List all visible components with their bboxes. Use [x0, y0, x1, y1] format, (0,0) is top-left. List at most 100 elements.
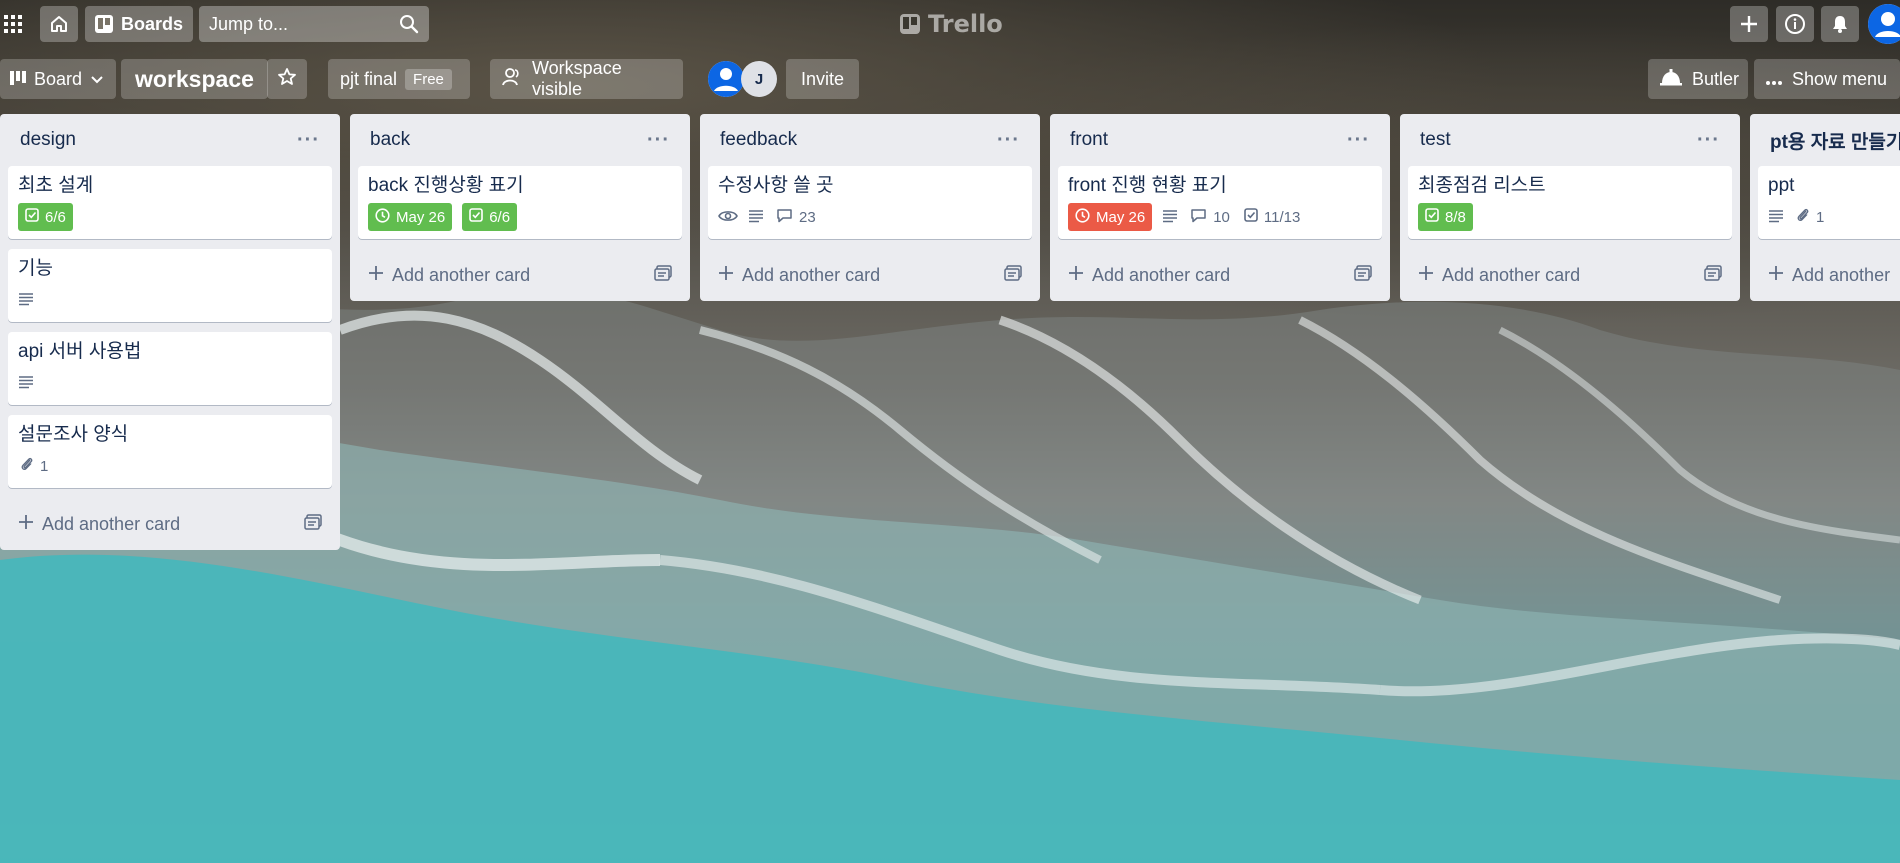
card-title: 설문조사 양식	[18, 424, 129, 445]
card[interactable]: 수정사항 쓸 곳 23	[708, 166, 1032, 239]
card-template-icon[interactable]	[1004, 264, 1022, 286]
boards-button[interactable]: Boards	[85, 6, 193, 42]
list-feedback: feedback ··· 수정사항 쓸 곳 23 Add another car…	[700, 114, 1040, 301]
add-card-button[interactable]: Add another card	[708, 249, 1032, 301]
board-name[interactable]: workspace	[121, 59, 268, 99]
star-icon	[277, 67, 297, 92]
card-title: api 서버 사용법	[18, 341, 142, 362]
list-title[interactable]: feedback	[720, 129, 797, 151]
plus-icon	[18, 514, 34, 535]
workspace-name: pjt final	[340, 68, 398, 89]
card[interactable]: back 진행상황 표기 May 26 6/6	[358, 166, 682, 239]
list-menu-icon[interactable]: ···	[297, 129, 320, 152]
checklist-badge: 6/6	[18, 203, 73, 231]
list-menu-icon[interactable]: ···	[647, 129, 670, 152]
star-button[interactable]	[267, 59, 307, 99]
card[interactable]: 설문조사 양식 1	[8, 415, 332, 488]
add-card-button[interactable]: Add another card	[8, 498, 332, 550]
visibility-button[interactable]: Workspace visible	[490, 58, 683, 99]
card-template-icon[interactable]	[1354, 264, 1372, 286]
checklist-badge: 6/6	[462, 203, 518, 231]
attachment-count: 1	[40, 457, 49, 475]
add-card-label: Add another card	[392, 264, 531, 285]
due-date-badge: May 26	[368, 203, 453, 231]
add-card-label: Add another card	[742, 264, 881, 285]
logo-text: Trello	[928, 10, 1003, 38]
paperclip-icon	[20, 456, 34, 476]
board-view-label: Board	[34, 68, 83, 89]
board-view-switcher[interactable]: Board	[0, 59, 116, 99]
list-header[interactable]: back ···	[358, 114, 682, 166]
comment-icon	[776, 208, 793, 227]
attachment-badge: 1	[1794, 203, 1826, 231]
list-header[interactable]: test ···	[1408, 114, 1732, 166]
list-header[interactable]: pt용 자료 만들기	[1758, 114, 1900, 166]
account-avatar[interactable]	[1868, 4, 1900, 44]
list-title[interactable]: back	[370, 129, 410, 151]
bell-icon	[1830, 14, 1850, 34]
add-card-button[interactable]: Add another card	[1058, 249, 1382, 301]
plus-icon	[1768, 265, 1784, 286]
list-header[interactable]: feedback ···	[708, 114, 1032, 166]
description-icon	[18, 374, 34, 393]
trello-logo[interactable]: Trello	[900, 9, 1003, 39]
list-menu-icon[interactable]: ···	[997, 129, 1020, 152]
apps-grid-icon[interactable]	[0, 6, 26, 42]
list-title[interactable]: front	[1070, 129, 1108, 151]
checkbox-icon	[469, 208, 484, 226]
card[interactable]: 최종점검 리스트 8/8	[1408, 166, 1732, 239]
description-icon	[748, 208, 764, 227]
board-header: Board workspace pjt final Free Workspace…	[0, 56, 1900, 102]
card-title: 최종점검 리스트	[1418, 175, 1546, 196]
card-title: 수정사항 쓸 곳	[718, 175, 834, 196]
search-input[interactable]: Jump to...	[199, 6, 429, 42]
card-title: back 진행상황 표기	[368, 175, 524, 196]
member-avatar-j[interactable]: J	[741, 61, 777, 97]
card-template-icon[interactable]	[654, 264, 672, 286]
people-icon	[502, 67, 522, 91]
card[interactable]: ppt 1	[1758, 166, 1900, 239]
card-title: 기능	[18, 258, 53, 279]
show-menu-label: Show menu	[1792, 68, 1888, 89]
list-title[interactable]: design	[20, 129, 76, 151]
list-title[interactable]: test	[1420, 129, 1451, 151]
add-card-button[interactable]: Add another	[1758, 249, 1900, 301]
description-icon	[1768, 208, 1784, 227]
info-icon	[1784, 13, 1806, 35]
list-pt-materials: pt용 자료 만들기 ppt 1 Add another	[1750, 114, 1900, 301]
board-view-icon	[10, 69, 26, 90]
plus-icon	[1418, 265, 1434, 286]
list-header[interactable]: design ···	[8, 114, 332, 166]
card[interactable]: 최초 설계 6/6	[8, 166, 332, 239]
plus-icon	[718, 265, 734, 286]
card[interactable]: 기능	[8, 249, 332, 322]
card-template-icon[interactable]	[1704, 264, 1722, 286]
list-title[interactable]: pt용 자료 만들기	[1770, 127, 1900, 154]
list-header[interactable]: front ···	[1058, 114, 1382, 166]
show-menu-button[interactable]: Show menu	[1754, 59, 1900, 99]
list-back: back ··· back 진행상황 표기 May 26 6/6 Add ano…	[350, 114, 690, 301]
info-button[interactable]	[1776, 6, 1814, 42]
list-menu-icon[interactable]: ···	[1347, 129, 1370, 152]
add-card-button[interactable]: Add another card	[358, 249, 682, 301]
comment-count: 23	[799, 208, 816, 226]
card[interactable]: api 서버 사용법	[8, 332, 332, 405]
due-date-badge: May 26	[1068, 203, 1153, 231]
home-button[interactable]	[40, 6, 78, 42]
comments-badge: 23	[774, 203, 818, 231]
add-card-button[interactable]: Add another card	[1408, 249, 1732, 301]
add-card-label: Add another card	[42, 513, 181, 534]
member-avatar-owner[interactable]	[708, 61, 744, 97]
eye-icon	[718, 208, 738, 227]
notifications-button[interactable]	[1821, 6, 1859, 42]
invite-button[interactable]: Invite	[786, 59, 859, 99]
list-menu-icon[interactable]: ···	[1697, 129, 1720, 152]
card-template-icon[interactable]	[304, 513, 322, 535]
checklist-count: 8/8	[1445, 208, 1466, 226]
create-button[interactable]	[1730, 6, 1768, 42]
butler-button[interactable]: Butler	[1648, 59, 1748, 99]
workspace-button[interactable]: pjt final Free	[328, 59, 470, 99]
card[interactable]: front 진행 현황 표기 May 26 10 11/13	[1058, 166, 1382, 239]
attachment-badge: 1	[18, 452, 50, 480]
plus-icon	[1739, 14, 1759, 34]
